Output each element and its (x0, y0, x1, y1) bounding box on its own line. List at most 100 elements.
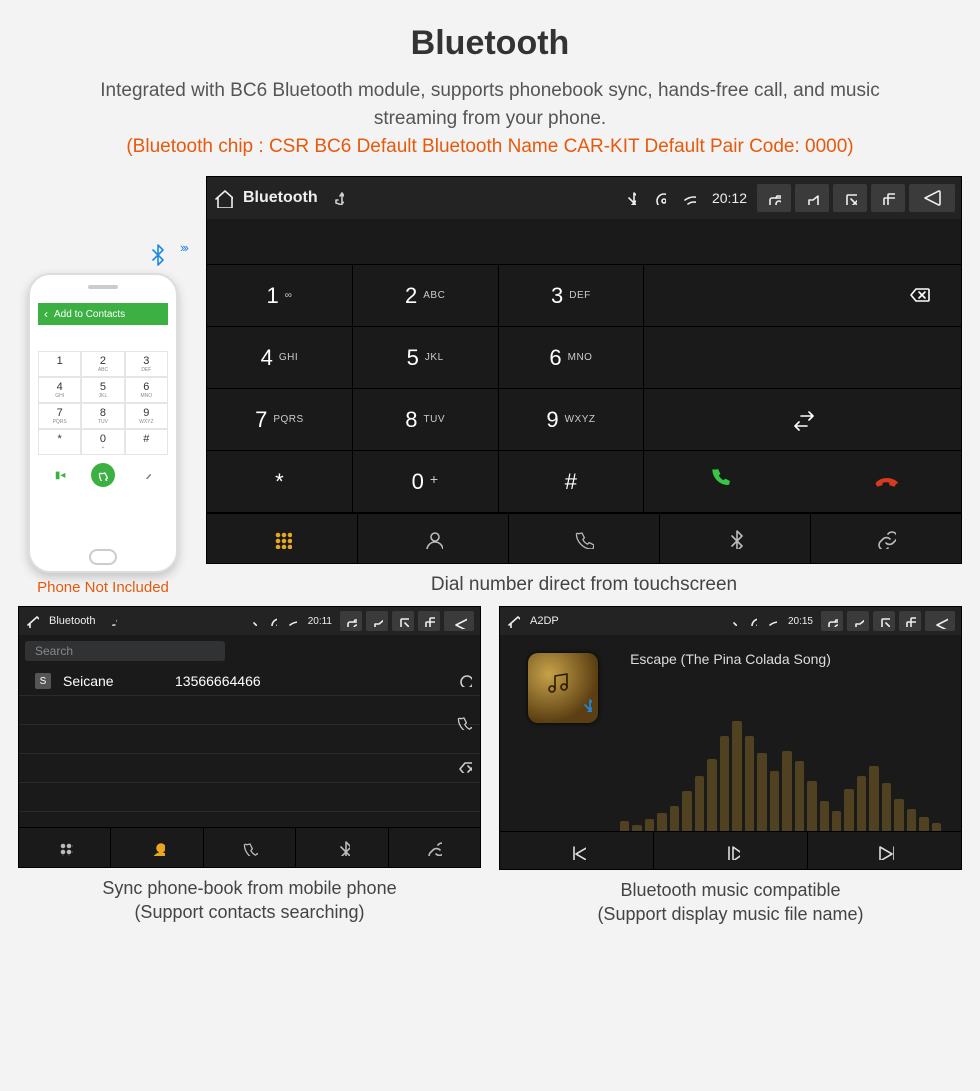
search-icon[interactable] (456, 671, 472, 692)
track-title: Escape (The Pina Colada Song) (630, 651, 831, 667)
home-icon[interactable] (25, 614, 39, 628)
back-button[interactable] (925, 611, 955, 631)
bluetooth-status-icon (616, 184, 642, 212)
bluetooth-specs: (Bluetooth chip : CSR BC6 Default Blueto… (0, 136, 980, 158)
mock-key-3: 3DEF (125, 351, 168, 377)
key-6[interactable]: 6MNO (499, 327, 645, 389)
video-call-icon: ▮◂ (55, 470, 66, 481)
nav-dialpad[interactable] (19, 828, 111, 867)
mock-key-#: # (125, 429, 168, 455)
wifi-icon (284, 607, 300, 635)
back-arrow-icon: ‹ (44, 307, 48, 321)
contact-row-empty (19, 696, 480, 725)
play-pause-button[interactable] (654, 832, 808, 869)
bluetooth-status-icon (244, 607, 260, 635)
delete-contact-icon[interactable] (456, 757, 472, 778)
mock-key-8: 8TUV (81, 403, 124, 429)
recents-button[interactable] (871, 184, 905, 212)
wifi-icon (676, 184, 702, 212)
location-icon (264, 607, 280, 635)
status-title: Bluetooth (49, 615, 95, 627)
key-9[interactable]: 9WXYZ (499, 389, 645, 451)
next-track-button[interactable] (808, 832, 961, 869)
close-app-button[interactable] (392, 611, 414, 631)
phonebook-screenshot: Bluetooth 20:11 Search S Seicane 1356666… (18, 606, 481, 868)
key-2[interactable]: 2ABC (353, 265, 499, 327)
bluetooth-signal-icon: ››› (146, 243, 184, 286)
smartphone-mock: ››› ‹ Add to Contacts 1 2ABC3DEF4GHI5JKL… (28, 273, 178, 573)
home-button (89, 549, 117, 565)
music-screenshot: A2DP 20:15 Escape (The Pina Colada Song) (499, 606, 962, 870)
mock-key-2: 2ABC (81, 351, 124, 377)
mock-key-*: * (38, 429, 81, 455)
key-#[interactable]: # (499, 451, 645, 513)
key-4[interactable]: 4GHI (207, 327, 353, 389)
nav-calllog[interactable] (509, 514, 660, 563)
backspace-button[interactable] (644, 265, 961, 327)
key-7[interactable]: 7PQRS (207, 389, 353, 451)
nav-contacts[interactable] (111, 828, 203, 867)
hangup-button[interactable] (803, 451, 961, 513)
close-app-button[interactable] (873, 611, 895, 631)
nav-bluetooth[interactable] (296, 828, 388, 867)
recents-button[interactable] (418, 611, 440, 631)
key-3[interactable]: 3DEF (499, 265, 645, 327)
status-time: 20:12 (712, 190, 747, 206)
mock-key-0: 0+ (81, 429, 124, 455)
mock-header-text: Add to Contacts (54, 309, 125, 320)
key-8[interactable]: 8TUV (353, 389, 499, 451)
contact-badge: S (35, 673, 51, 689)
volume-button[interactable] (366, 611, 388, 631)
back-button[interactable] (909, 184, 955, 212)
nav-bluetooth[interactable] (660, 514, 811, 563)
screenshot-button[interactable] (757, 184, 791, 212)
music-caption: Bluetooth music compatible(Support displ… (499, 878, 962, 927)
contact-row[interactable]: S Seicane 13566664466 (19, 667, 480, 696)
mock-key-9: 9WXYZ (125, 403, 168, 429)
mock-add-to-contacts: ‹ Add to Contacts (38, 303, 168, 325)
mock-key-1: 1 (38, 351, 81, 377)
dial-contact-icon[interactable] (456, 714, 472, 735)
nav-dialpad[interactable] (207, 514, 358, 563)
prev-track-button[interactable] (500, 832, 654, 869)
mock-backspace-icon (141, 469, 151, 482)
spacer-cell (644, 327, 961, 389)
dial-display (207, 219, 961, 265)
location-icon (744, 607, 760, 635)
back-button[interactable] (444, 611, 474, 631)
key-*[interactable]: * (207, 451, 353, 513)
screenshot-button[interactable] (821, 611, 843, 631)
home-icon[interactable] (506, 614, 520, 628)
album-art-icon (528, 653, 598, 723)
location-icon (646, 184, 672, 212)
status-title: Bluetooth (243, 189, 318, 207)
mock-name-field (38, 325, 168, 351)
contact-number: 13566664466 (175, 673, 261, 689)
key-5[interactable]: 5JKL (353, 327, 499, 389)
screenshot-button[interactable] (340, 611, 362, 631)
contact-row-empty (19, 783, 480, 812)
volume-button[interactable] (795, 184, 829, 212)
key-0[interactable]: 0+ (353, 451, 499, 513)
page-title: Bluetooth (0, 24, 980, 63)
home-icon[interactable] (213, 188, 233, 208)
nav-pairing[interactable] (811, 514, 961, 563)
phone-not-included-caption: Phone Not Included (18, 579, 188, 596)
contact-search-input[interactable]: Search (25, 641, 225, 661)
dialer-screenshot: Bluetooth 20:12 1∞2ABC3DEF 4GHI5JKL6MNO 7P… (206, 176, 962, 564)
call-button[interactable] (644, 451, 802, 513)
mock-call-button (91, 463, 115, 487)
swap-button[interactable] (644, 389, 961, 451)
recents-button[interactable] (899, 611, 921, 631)
nav-contacts[interactable] (358, 514, 509, 563)
mock-key-7: 7PQRS (38, 403, 81, 429)
nav-calllog[interactable] (204, 828, 296, 867)
page-description: Integrated with BC6 Bluetooth module, su… (60, 77, 920, 132)
usb-icon (107, 616, 117, 626)
volume-button[interactable] (847, 611, 869, 631)
key-1[interactable]: 1∞ (207, 265, 353, 327)
close-app-button[interactable] (833, 184, 867, 212)
contact-row-empty (19, 754, 480, 783)
dialer-caption: Dial number direct from touchscreen (206, 574, 962, 596)
nav-pairing[interactable] (389, 828, 480, 867)
